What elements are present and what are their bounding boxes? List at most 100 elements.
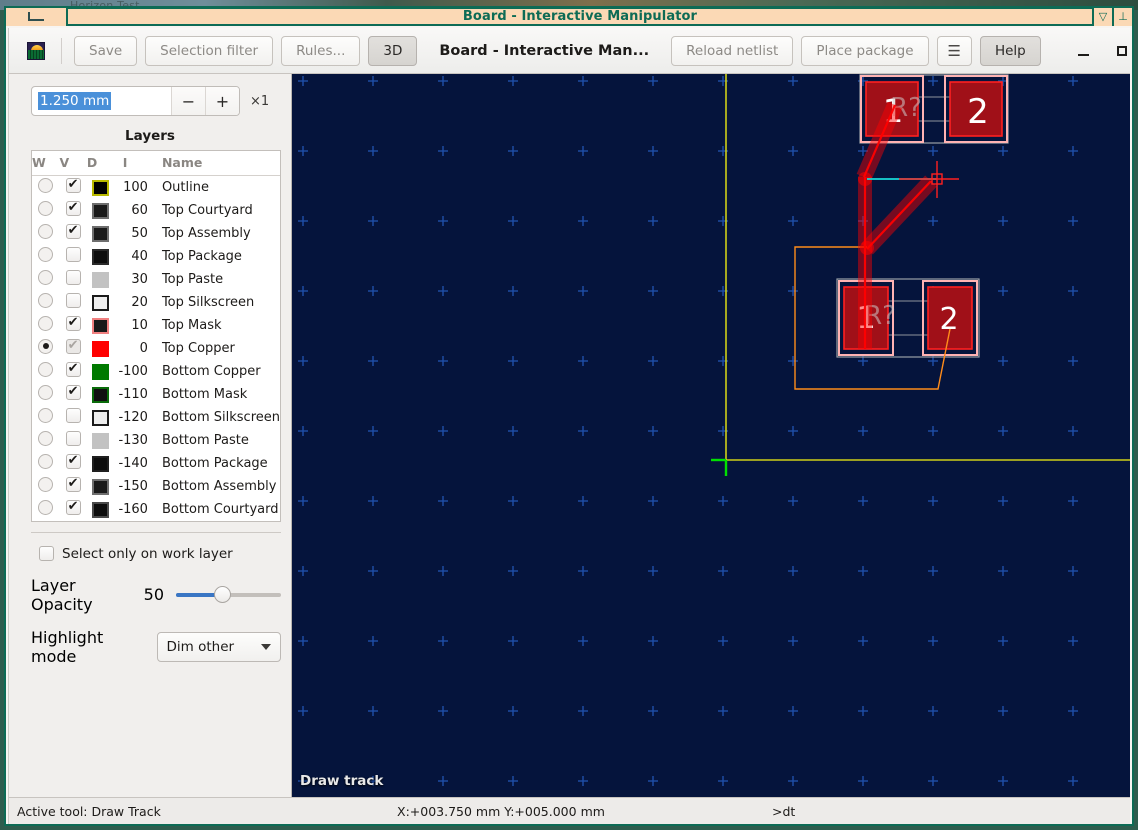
layer-color-swatch[interactable] <box>92 433 110 449</box>
layer-visible-cell[interactable] <box>59 406 86 429</box>
layer-visible-checkbox[interactable] <box>65 498 81 515</box>
layer-visible-cell[interactable] <box>59 337 86 360</box>
grid-decrement-button[interactable]: − <box>171 87 205 115</box>
layer-work-cell[interactable] <box>32 245 59 268</box>
layer-work-radio[interactable] <box>38 453 54 469</box>
table-row[interactable]: 100 Outline <box>32 176 280 199</box>
maximize-icon[interactable] <box>1105 36 1138 66</box>
layer-visible-cell[interactable] <box>59 176 86 199</box>
layer-work-radio[interactable] <box>38 384 54 400</box>
layer-visible-checkbox[interactable] <box>65 337 81 354</box>
layer-color-cell[interactable] <box>87 222 115 245</box>
layer-visible-cell[interactable] <box>59 245 86 268</box>
rules-button[interactable]: Rules... <box>281 35 361 66</box>
hamburger-menu-icon[interactable]: ☰ <box>936 35 972 66</box>
layer-visible-cell[interactable] <box>59 383 86 406</box>
layer-work-cell[interactable] <box>32 268 59 291</box>
save-button[interactable]: Save <box>74 35 138 66</box>
layer-visible-checkbox[interactable] <box>65 269 81 285</box>
layer-color-cell[interactable] <box>87 360 115 383</box>
layer-color-cell[interactable] <box>87 314 115 337</box>
3d-button[interactable]: 3D <box>368 35 418 66</box>
table-row[interactable]: -110 Bottom Mask <box>32 383 280 406</box>
layer-color-swatch[interactable] <box>92 479 110 495</box>
layer-work-cell[interactable] <box>32 222 59 245</box>
layer-work-cell[interactable] <box>32 406 59 429</box>
layer-visible-checkbox[interactable] <box>65 407 81 423</box>
layer-work-cell[interactable] <box>32 383 59 406</box>
layer-work-cell[interactable] <box>32 337 59 360</box>
layer-color-swatch[interactable] <box>92 295 110 311</box>
layer-color-swatch[interactable] <box>92 318 110 334</box>
layer-color-cell[interactable] <box>87 475 115 498</box>
layer-work-radio[interactable] <box>38 476 54 492</box>
highlight-mode-select[interactable]: Dim other <box>156 631 281 662</box>
layer-work-radio[interactable] <box>38 499 54 515</box>
slider-handle[interactable] <box>213 586 231 603</box>
layer-visible-checkbox[interactable] <box>65 475 81 492</box>
grid-size-input[interactable]: 1.250 mm <box>32 87 171 115</box>
layer-color-swatch[interactable] <box>92 203 110 219</box>
layer-visible-checkbox[interactable] <box>65 383 81 400</box>
layer-visible-checkbox[interactable] <box>65 452 81 469</box>
table-row[interactable]: -160 Bottom Courtyard <box>32 498 280 521</box>
layer-visible-checkbox[interactable] <box>65 222 81 239</box>
layer-color-swatch[interactable] <box>92 364 110 380</box>
grid-increment-button[interactable]: + <box>205 87 239 115</box>
place-package-button[interactable]: Place package <box>801 35 929 66</box>
layer-work-cell[interactable] <box>32 199 59 222</box>
layer-work-cell[interactable] <box>32 475 59 498</box>
layer-work-cell[interactable] <box>32 176 59 199</box>
layer-visible-cell[interactable] <box>59 314 86 337</box>
layer-color-swatch[interactable] <box>92 410 110 426</box>
layer-opacity-slider[interactable] <box>176 586 281 603</box>
layer-color-swatch[interactable] <box>92 341 110 357</box>
layer-visible-cell[interactable] <box>59 498 86 521</box>
layer-visible-cell[interactable] <box>59 475 86 498</box>
layer-visible-checkbox[interactable] <box>65 430 81 446</box>
table-row[interactable]: -100 Bottom Copper <box>32 360 280 383</box>
layer-work-cell[interactable] <box>32 360 59 383</box>
wm-shade-button[interactable]: ▽ <box>1092 7 1112 26</box>
table-row[interactable]: 40 Top Package <box>32 245 280 268</box>
pcb-drawing[interactable]: 12R?12R? <box>292 74 1130 795</box>
layer-color-swatch[interactable] <box>92 226 110 242</box>
layer-work-radio[interactable] <box>38 200 54 216</box>
layer-work-radio[interactable] <box>38 407 54 423</box>
table-row[interactable]: -150 Bottom Assembly <box>32 475 280 498</box>
wm-menu-button[interactable] <box>6 7 68 26</box>
layer-visible-cell[interactable] <box>59 268 86 291</box>
layer-work-cell[interactable] <box>32 429 59 452</box>
layer-color-swatch[interactable] <box>92 249 110 265</box>
layer-visible-cell[interactable] <box>59 222 86 245</box>
table-row[interactable]: 50 Top Assembly <box>32 222 280 245</box>
pcb-canvas[interactable]: 12R?12R? Draw track <box>292 74 1130 797</box>
layer-visible-checkbox[interactable] <box>65 246 81 262</box>
table-row[interactable]: 20 Top Silkscreen <box>32 291 280 314</box>
layer-visible-cell[interactable] <box>59 429 86 452</box>
table-row[interactable]: 60 Top Courtyard <box>32 199 280 222</box>
layer-work-radio[interactable] <box>38 315 54 331</box>
minimize-icon[interactable] <box>1067 36 1101 66</box>
layer-work-radio[interactable] <box>38 246 54 262</box>
layer-color-swatch[interactable] <box>92 387 110 403</box>
table-row[interactable]: -140 Bottom Package <box>32 452 280 475</box>
layer-visible-cell[interactable] <box>59 452 86 475</box>
layer-work-cell[interactable] <box>32 498 59 521</box>
table-row[interactable]: -130 Bottom Paste <box>32 429 280 452</box>
layer-visible-cell[interactable] <box>59 199 86 222</box>
layer-visible-checkbox[interactable] <box>65 176 81 193</box>
layer-color-swatch[interactable] <box>92 502 110 518</box>
table-row[interactable]: 30 Top Paste <box>32 268 280 291</box>
layer-work-cell[interactable] <box>32 291 59 314</box>
layer-color-cell[interactable] <box>87 245 115 268</box>
layer-color-swatch[interactable] <box>92 180 110 197</box>
layer-visible-checkbox[interactable] <box>65 292 81 308</box>
layer-visible-checkbox[interactable] <box>65 314 81 331</box>
layer-color-cell[interactable] <box>87 383 115 406</box>
layer-color-cell[interactable] <box>87 337 115 360</box>
layer-color-cell[interactable] <box>87 429 115 452</box>
layer-color-cell[interactable] <box>87 291 115 314</box>
layer-work-radio[interactable] <box>38 430 54 446</box>
layer-visible-cell[interactable] <box>59 291 86 314</box>
